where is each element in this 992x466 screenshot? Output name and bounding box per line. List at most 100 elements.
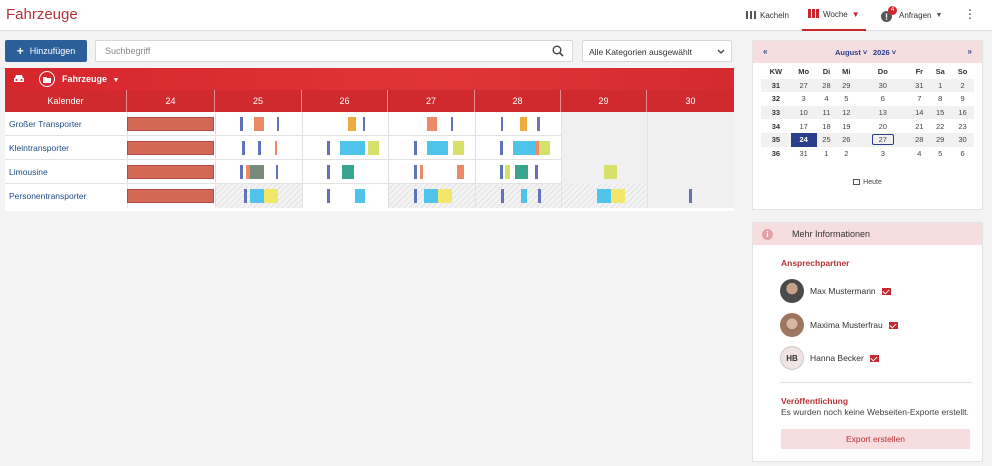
month-select[interactable]: August ˅ bbox=[835, 48, 867, 57]
calendar-day[interactable]: 7 bbox=[909, 92, 929, 106]
calendar-day[interactable]: 19 bbox=[836, 119, 856, 133]
booking-block[interactable] bbox=[327, 189, 330, 203]
booking-block[interactable] bbox=[368, 141, 379, 155]
calendar-day[interactable]: 4 bbox=[909, 147, 929, 161]
calendar-day[interactable]: 15 bbox=[929, 105, 952, 120]
booking-block[interactable] bbox=[327, 141, 330, 155]
calendar-day[interactable]: 6 bbox=[856, 92, 909, 106]
view-kacheln[interactable]: Kacheln bbox=[746, 0, 789, 31]
calendar-day[interactable]: 5 bbox=[836, 92, 856, 106]
booking-block[interactable] bbox=[240, 117, 243, 131]
week-number[interactable]: 33 bbox=[761, 105, 791, 120]
booking-block[interactable] bbox=[539, 141, 550, 155]
booking-block[interactable] bbox=[500, 165, 503, 179]
calendar-day[interactable]: 5 bbox=[929, 147, 951, 161]
booking-block[interactable] bbox=[276, 165, 278, 179]
booking-block[interactable] bbox=[424, 189, 438, 203]
booking-block[interactable] bbox=[427, 141, 448, 155]
calendar-day[interactable]: 30 bbox=[856, 78, 910, 93]
booking-block[interactable] bbox=[501, 117, 503, 131]
booking-block[interactable] bbox=[348, 117, 356, 131]
next-month-icon[interactable]: » bbox=[968, 47, 972, 56]
calendar-day[interactable]: 25 bbox=[816, 132, 837, 147]
booking-block[interactable] bbox=[244, 189, 247, 203]
calendar-day[interactable]: 21 bbox=[909, 119, 929, 133]
calendar-day[interactable]: 11 bbox=[816, 105, 837, 120]
calendar-day[interactable]: 20 bbox=[856, 119, 909, 133]
calendar-day[interactable]: 16 bbox=[951, 105, 974, 120]
view-anfragen[interactable]: 4 Anfragen ▼ bbox=[881, 0, 942, 31]
calendar-day[interactable]: 30 bbox=[951, 132, 974, 147]
calendar-day[interactable]: 1 bbox=[817, 147, 837, 161]
week-number[interactable]: 31 bbox=[761, 78, 791, 93]
year-select[interactable]: 2026 ˅ bbox=[873, 48, 896, 57]
booking-block[interactable] bbox=[127, 189, 214, 203]
search-input[interactable] bbox=[105, 46, 525, 56]
view-woche[interactable]: Woche ▼ bbox=[802, 0, 866, 31]
booking-block[interactable] bbox=[611, 189, 625, 203]
calendar-day[interactable]: 9 bbox=[951, 92, 974, 106]
booking-block[interactable] bbox=[127, 165, 214, 179]
booking-block[interactable] bbox=[240, 165, 243, 179]
week-number[interactable]: 35 bbox=[761, 132, 791, 147]
booking-block[interactable] bbox=[250, 189, 264, 203]
calendar-day[interactable]: 13 bbox=[856, 105, 910, 120]
calendar-day-selected[interactable]: 24 bbox=[790, 132, 817, 147]
booking-block[interactable] bbox=[250, 165, 264, 179]
mail-icon[interactable] bbox=[869, 354, 879, 362]
mail-icon[interactable] bbox=[888, 321, 898, 329]
booking-block[interactable] bbox=[501, 189, 504, 203]
booking-block[interactable] bbox=[414, 189, 417, 203]
booking-block[interactable] bbox=[327, 165, 330, 179]
calendar-day[interactable]: 3 bbox=[791, 92, 817, 106]
booking-block[interactable] bbox=[355, 189, 365, 203]
calendar-day[interactable]: 2 bbox=[951, 78, 974, 93]
calendar-day[interactable]: 12 bbox=[836, 105, 857, 120]
booking-block[interactable] bbox=[258, 141, 261, 155]
calendar-day[interactable]: 31 bbox=[909, 78, 930, 93]
booking-block[interactable] bbox=[515, 165, 528, 179]
booking-block[interactable] bbox=[535, 165, 538, 179]
calendar-day[interactable]: 6 bbox=[951, 147, 974, 161]
booking-block[interactable] bbox=[340, 141, 365, 155]
booking-block[interactable] bbox=[513, 141, 536, 155]
booking-block[interactable] bbox=[127, 141, 214, 155]
booking-block[interactable] bbox=[689, 189, 692, 203]
group-title[interactable]: Fahrzeuge ▼ bbox=[62, 74, 119, 84]
booking-block[interactable] bbox=[254, 117, 264, 131]
vehicle-name[interactable]: Kleintransporter bbox=[9, 143, 69, 153]
booking-block[interactable] bbox=[453, 141, 464, 155]
info-header[interactable]: i Mehr Informationen bbox=[753, 223, 982, 245]
booking-block[interactable] bbox=[451, 117, 453, 131]
calendar-day[interactable]: 26 bbox=[836, 132, 857, 147]
booking-block[interactable] bbox=[438, 189, 452, 203]
more-menu-icon[interactable]: ⋮ bbox=[964, 8, 976, 20]
booking-block[interactable] bbox=[505, 165, 510, 179]
booking-block[interactable] bbox=[520, 117, 527, 131]
booking-block[interactable] bbox=[363, 117, 365, 131]
calendar-day[interactable]: 28 bbox=[909, 132, 930, 147]
calendar-day[interactable]: 28 bbox=[816, 78, 837, 93]
booking-block[interactable] bbox=[342, 165, 354, 179]
vehicle-name[interactable]: Großer Transporter bbox=[9, 119, 82, 129]
calendar-day[interactable]: 27 bbox=[790, 78, 817, 93]
calendar-day[interactable]: 8 bbox=[929, 92, 951, 106]
booking-block[interactable] bbox=[521, 189, 527, 203]
calendar-day[interactable]: 10 bbox=[790, 105, 817, 120]
booking-block[interactable] bbox=[604, 165, 617, 179]
week-number[interactable]: 36 bbox=[761, 147, 791, 161]
booking-block[interactable] bbox=[420, 165, 423, 179]
search-icon[interactable] bbox=[552, 45, 564, 59]
booking-block[interactable] bbox=[537, 117, 540, 131]
booking-block[interactable] bbox=[275, 141, 277, 155]
calendar-day[interactable]: 22 bbox=[929, 119, 951, 133]
calendar-day[interactable]: 31 bbox=[791, 147, 817, 161]
booking-block[interactable] bbox=[457, 165, 464, 179]
folder-icon[interactable] bbox=[39, 71, 55, 87]
week-number[interactable]: 32 bbox=[761, 92, 791, 106]
vehicle-name[interactable]: Personentransporter bbox=[9, 191, 87, 201]
calendar-day[interactable]: 1 bbox=[929, 78, 952, 93]
calendar-day[interactable]: 4 bbox=[817, 92, 837, 106]
vehicle-name[interactable]: Limousine bbox=[9, 167, 48, 177]
calendar-day[interactable]: 23 bbox=[951, 119, 974, 133]
